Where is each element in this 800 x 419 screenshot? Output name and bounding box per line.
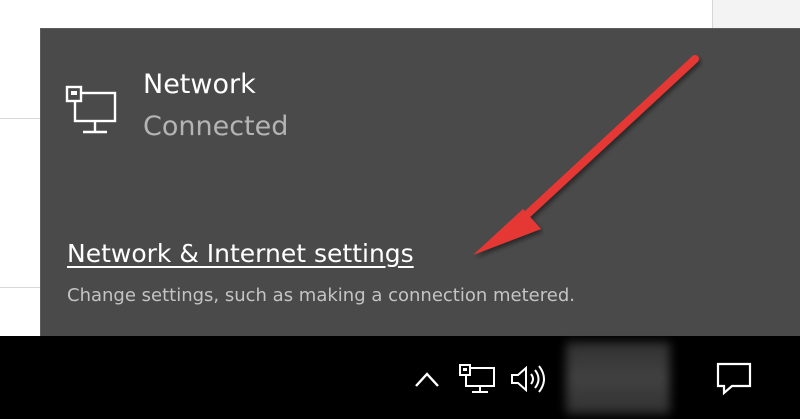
clock-blurred[interactable] (566, 342, 670, 414)
background-window (712, 0, 800, 30)
volume-icon[interactable] (508, 364, 550, 394)
screen: Network Connected Network & Internet set… (0, 0, 800, 419)
taskbar (0, 336, 800, 419)
background-divider (0, 287, 40, 288)
network-flyout: Network Connected Network & Internet set… (40, 28, 800, 336)
network-internet-settings-link[interactable]: Network & Internet settings (67, 239, 414, 268)
chevron-up-icon[interactable] (412, 364, 442, 394)
action-center-icon[interactable] (714, 360, 754, 396)
ethernet-icon (65, 85, 117, 134)
network-name: Network (143, 69, 256, 100)
network-status: Connected (143, 111, 289, 142)
network-icon[interactable] (458, 364, 498, 394)
background-divider (0, 118, 40, 119)
settings-description: Change settings, such as making a connec… (67, 285, 575, 306)
